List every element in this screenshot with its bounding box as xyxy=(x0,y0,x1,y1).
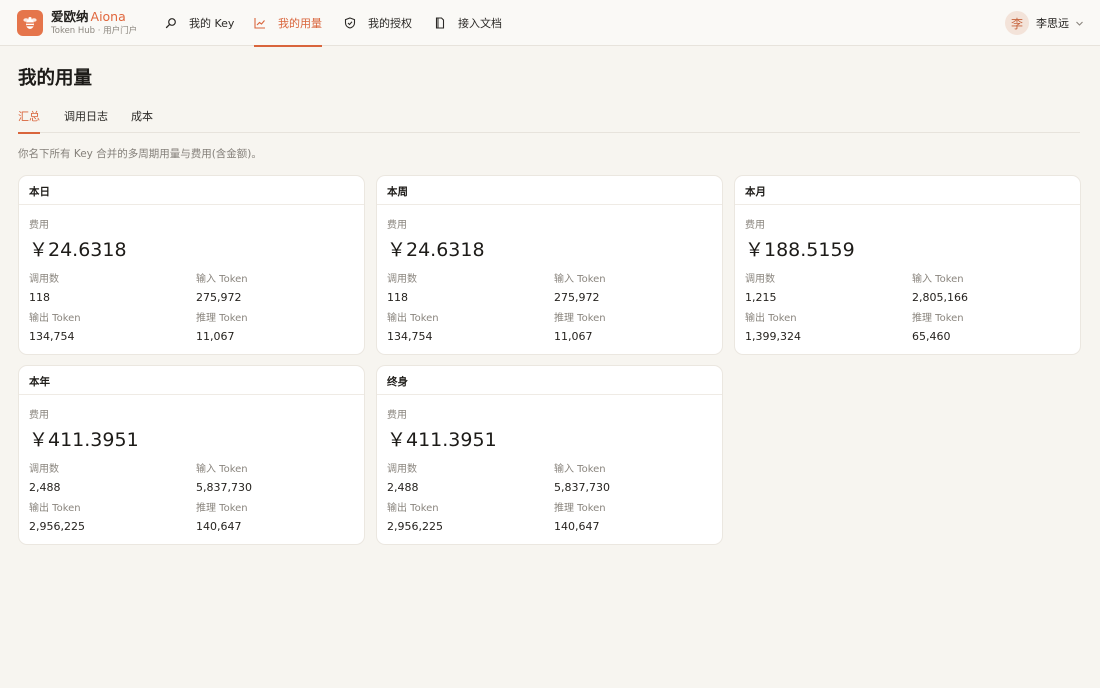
document-icon xyxy=(434,17,446,29)
output-token-label: 输出 Token xyxy=(387,313,439,324)
card-title: 终身 xyxy=(377,366,722,395)
card-title: 本日 xyxy=(19,176,364,205)
fee-value: ￥24.6318 xyxy=(387,239,485,261)
nav-item-my-key[interactable]: 我的 Key xyxy=(165,0,234,46)
input-token-value: 275,972 xyxy=(554,291,600,304)
calls-label: 调用数 xyxy=(387,464,417,475)
card-title: 本周 xyxy=(377,176,722,205)
input-token-value: 5,837,730 xyxy=(554,481,610,494)
reasoning-token-label: 推理 Token xyxy=(554,503,606,514)
calls-value: 2,488 xyxy=(387,481,419,494)
input-token-label: 输入 Token xyxy=(196,274,248,285)
output-token-value: 134,754 xyxy=(387,330,433,343)
input-token-label: 输入 Token xyxy=(912,274,964,285)
user-name: 李思远 xyxy=(1036,17,1069,30)
brand[interactable]: 爱欧纳 Aiona Token Hub · 用户门户 xyxy=(17,10,137,36)
nav-item-label: 我的 Key xyxy=(189,17,235,30)
top-navigation-bar: 爱欧纳 Aiona Token Hub · 用户门户 我的 Key 我的用量 我的… xyxy=(0,0,1100,47)
nav-item-my-usage[interactable]: 我的用量 xyxy=(254,0,322,47)
reasoning-token-label: 推理 Token xyxy=(912,313,964,324)
tab-cost[interactable]: 成本 xyxy=(131,108,153,133)
calls-label: 调用数 xyxy=(745,274,775,285)
calls-label: 调用数 xyxy=(29,464,59,475)
output-token-value: 134,754 xyxy=(29,330,75,343)
calls-label: 调用数 xyxy=(29,274,59,285)
reasoning-token-value: 140,647 xyxy=(554,520,600,533)
usage-card-year: 本年 费用 ￥411.3951 调用数 输入 Token 2,488 5,837… xyxy=(18,365,365,545)
usage-card-lifetime: 终身 费用 ￥411.3951 调用数 输入 Token 2,488 5,837… xyxy=(376,365,723,545)
calls-value: 1,215 xyxy=(745,291,777,304)
reasoning-token-value: 65,460 xyxy=(912,330,951,343)
calls-value: 118 xyxy=(29,291,50,304)
tab-call-log[interactable]: 调用日志 xyxy=(64,108,108,133)
input-token-label: 输入 Token xyxy=(196,464,248,475)
search-icon xyxy=(165,17,177,29)
brand-name-en: Aiona xyxy=(90,9,126,24)
input-token-value: 2,805,166 xyxy=(912,291,968,304)
user-menu[interactable]: 李 李思远 xyxy=(1005,11,1084,35)
usage-card-week: 本周 费用 ￥24.6318 调用数 输入 Token 118 275,972 … xyxy=(376,175,723,355)
fee-label: 费用 xyxy=(387,220,407,231)
input-token-value: 275,972 xyxy=(196,291,242,304)
brand-name-cn: 爱欧纳 xyxy=(51,9,89,24)
tab-bar: 汇总 调用日志 成本 xyxy=(18,100,1080,134)
calls-value: 118 xyxy=(387,291,408,304)
reasoning-token-value: 11,067 xyxy=(196,330,235,343)
nav-item-label: 我的授权 xyxy=(368,17,412,30)
nav-item-label: 接入文档 xyxy=(458,17,502,30)
output-token-value: 1,399,324 xyxy=(745,330,801,343)
avatar: 李 xyxy=(1005,11,1029,35)
output-token-value: 2,956,225 xyxy=(387,520,443,533)
output-token-value: 2,956,225 xyxy=(29,520,85,533)
brand-subtitle: Token Hub · 用户门户 xyxy=(51,25,138,36)
calls-label: 调用数 xyxy=(387,274,417,285)
fee-value: ￥188.5159 xyxy=(745,239,855,261)
tab-summary[interactable]: 汇总 xyxy=(18,108,40,134)
usage-card-month: 本月 费用 ￥188.5159 调用数 输入 Token 1,215 2,805… xyxy=(734,175,1081,355)
reasoning-token-label: 推理 Token xyxy=(196,313,248,324)
usage-card-today: 本日 费用 ￥24.6318 调用数 输入 Token 118 275,972 … xyxy=(18,175,365,355)
reasoning-token-value: 11,067 xyxy=(554,330,593,343)
shield-check-icon xyxy=(344,17,356,29)
fee-label: 费用 xyxy=(387,410,407,421)
output-token-label: 输出 Token xyxy=(29,313,81,324)
fee-label: 费用 xyxy=(29,220,49,231)
reasoning-token-label: 推理 Token xyxy=(554,313,606,324)
fee-label: 费用 xyxy=(29,410,49,421)
output-token-label: 输出 Token xyxy=(29,503,81,514)
input-token-label: 输入 Token xyxy=(554,274,606,285)
reasoning-token-value: 140,647 xyxy=(196,520,242,533)
input-token-label: 输入 Token xyxy=(554,464,606,475)
calls-value: 2,488 xyxy=(29,481,61,494)
card-title: 本月 xyxy=(735,176,1080,205)
input-token-value: 5,837,730 xyxy=(196,481,252,494)
chart-line-icon xyxy=(254,17,266,29)
output-token-label: 输出 Token xyxy=(745,313,797,324)
card-title: 本年 xyxy=(19,366,364,395)
fee-label: 费用 xyxy=(745,220,765,231)
fee-value: ￥411.3951 xyxy=(29,429,139,451)
output-token-label: 输出 Token xyxy=(387,503,439,514)
nav-item-my-authorization[interactable]: 我的授权 xyxy=(344,0,412,46)
brand-name: 爱欧纳 Aiona xyxy=(51,9,137,24)
fee-value: ￥411.3951 xyxy=(387,429,497,451)
page-description: 你名下所有 Key 合并的多周期用量与费用(含金额)。 xyxy=(18,148,262,160)
chevron-down-icon xyxy=(1075,19,1084,28)
nav-item-docs[interactable]: 接入文档 xyxy=(434,0,502,46)
page-title: 我的用量 xyxy=(18,68,93,89)
bee-logo-icon xyxy=(17,10,43,36)
fee-value: ￥24.6318 xyxy=(29,239,127,261)
reasoning-token-label: 推理 Token xyxy=(196,503,248,514)
nav-item-label: 我的用量 xyxy=(278,17,322,30)
